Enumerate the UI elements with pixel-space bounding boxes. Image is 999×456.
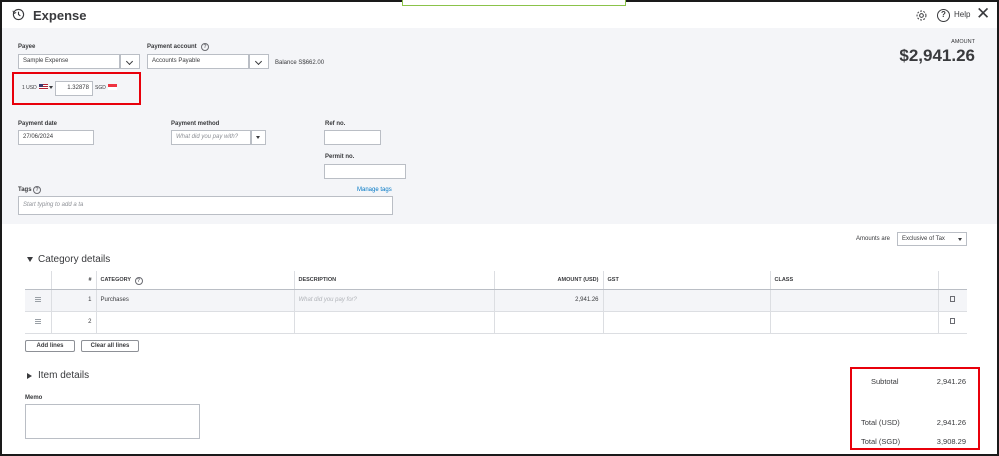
clear-all-lines-button[interactable]: Clear all lines — [81, 340, 139, 352]
drag-handle-icon — [34, 296, 41, 302]
amounts-are-caret-icon — [958, 238, 962, 241]
col-class: CLASS — [769, 271, 938, 290]
subtotal-value: 2,941.26 — [936, 377, 966, 386]
us-flag-icon — [39, 84, 48, 90]
class-cell[interactable] — [769, 289, 938, 312]
amount-cell[interactable] — [493, 311, 603, 334]
payee-dropdown-button[interactable] — [120, 54, 140, 69]
payment-method-input[interactable]: What did you pay with? — [171, 130, 251, 145]
payment-account-input[interactable]: Accounts Payable — [147, 54, 249, 69]
delete-row-button[interactable] — [937, 311, 967, 334]
col-category-label: CATEGORY — [100, 276, 131, 283]
table-row[interactable]: 2 — [25, 311, 967, 334]
from-currency-label: 1 USD — [22, 85, 37, 91]
drag-handle[interactable] — [25, 311, 51, 334]
total-sgd-label: Total (SGD) — [861, 437, 901, 446]
category-cell[interactable]: Purchases — [95, 289, 294, 312]
payment-date-label: Payment date — [18, 121, 58, 127]
memo-label: Memo — [25, 395, 43, 401]
amount-label: AMOUNT — [951, 39, 975, 45]
drag-handle-icon — [34, 318, 41, 324]
payment-date-input[interactable]: 27/06/2024 — [18, 130, 94, 145]
exchange-rate-input[interactable]: 1.32878 — [55, 81, 93, 96]
tags-input[interactable]: Start typing to add a ta — [18, 196, 393, 215]
permit-no-label: Permit no. — [325, 154, 355, 160]
class-cell[interactable] — [769, 311, 938, 334]
memo-textarea[interactable] — [25, 404, 200, 439]
gear-icon[interactable] — [915, 9, 928, 22]
gst-cell[interactable] — [602, 311, 770, 334]
tags-label: Tags — [18, 187, 32, 193]
row-number: 1 — [50, 289, 96, 312]
page-title: Expense — [33, 8, 87, 23]
permit-no-input[interactable] — [324, 164, 406, 179]
col-gst: GST — [602, 271, 770, 290]
recent-history-icon[interactable] — [12, 8, 25, 21]
close-icon[interactable]: ✕ — [976, 5, 990, 22]
category-details-collapse-icon[interactable] — [27, 257, 33, 262]
col-actions — [937, 271, 967, 290]
trash-icon — [950, 296, 956, 302]
category-cell[interactable] — [95, 311, 294, 334]
amount-cell[interactable]: 2,941.26 — [493, 289, 603, 312]
category-table-header: # CATEGORY ? DESCRIPTION AMOUNT (USD) GS… — [25, 271, 967, 290]
item-details-expand-icon[interactable] — [27, 373, 32, 379]
subtotal-label: Subtotal — [871, 377, 899, 386]
add-lines-button[interactable]: Add lines — [25, 340, 75, 352]
table-row[interactable]: 1 Purchases What did you pay for? 2,941.… — [25, 289, 967, 312]
total-usd-value: 2,941.26 — [936, 418, 966, 427]
to-currency-label: SGD — [95, 85, 106, 91]
col-description: DESCRIPTION — [293, 271, 494, 290]
col-category: CATEGORY ? — [95, 271, 294, 290]
help-link[interactable]: Help — [954, 10, 970, 19]
col-drag — [25, 271, 51, 290]
amounts-are-value: Exclusive of Tax — [902, 236, 945, 242]
payment-account-dropdown-button[interactable] — [249, 54, 269, 69]
drag-handle[interactable] — [25, 289, 51, 312]
description-cell[interactable] — [293, 311, 494, 334]
payment-account-label: Payment account — [147, 44, 197, 50]
ref-no-input[interactable] — [324, 130, 381, 145]
trash-icon — [950, 318, 956, 324]
payment-method-caret-icon — [256, 136, 260, 139]
tags-help-icon[interactable]: ? — [33, 186, 41, 194]
delete-row-button[interactable] — [937, 289, 967, 312]
balance-text: Balance S$662.00 — [275, 60, 325, 66]
total-usd-label: Total (USD) — [861, 418, 900, 427]
payment-account-help-icon[interactable]: ? — [201, 43, 209, 51]
description-cell[interactable]: What did you pay for? — [293, 289, 494, 312]
help-icon[interactable]: ? — [937, 9, 950, 22]
payment-method-dropdown-button[interactable] — [251, 130, 266, 145]
category-table: # CATEGORY ? DESCRIPTION AMOUNT (USD) GS… — [25, 271, 967, 334]
header: Expense ? Help ✕ — [2, 2, 997, 28]
manage-tags-link[interactable]: Manage tags — [357, 187, 392, 193]
amounts-are-label: Amounts are — [856, 236, 891, 242]
payee-label: Payee — [18, 44, 36, 50]
amounts-are-select[interactable]: Exclusive of Tax — [897, 232, 967, 246]
ref-no-label: Ref no. — [325, 121, 346, 127]
payee-input[interactable]: Sample Expense — [18, 54, 120, 69]
item-details-heading[interactable]: Item details — [38, 370, 89, 381]
from-currency-caret-icon[interactable] — [49, 86, 53, 89]
gst-cell[interactable] — [602, 289, 770, 312]
sg-flag-icon — [108, 84, 117, 90]
row-number: 2 — [50, 311, 96, 334]
col-number: # — [50, 271, 96, 290]
total-sgd-value: 3,908.29 — [936, 437, 966, 446]
col-amount: AMOUNT (USD) — [493, 271, 603, 290]
category-details-heading[interactable]: Category details — [38, 254, 110, 265]
payment-method-label: Payment method — [171, 121, 220, 127]
amount-value: $2,941.26 — [899, 46, 975, 65]
category-help-icon[interactable]: ? — [134, 276, 143, 285]
